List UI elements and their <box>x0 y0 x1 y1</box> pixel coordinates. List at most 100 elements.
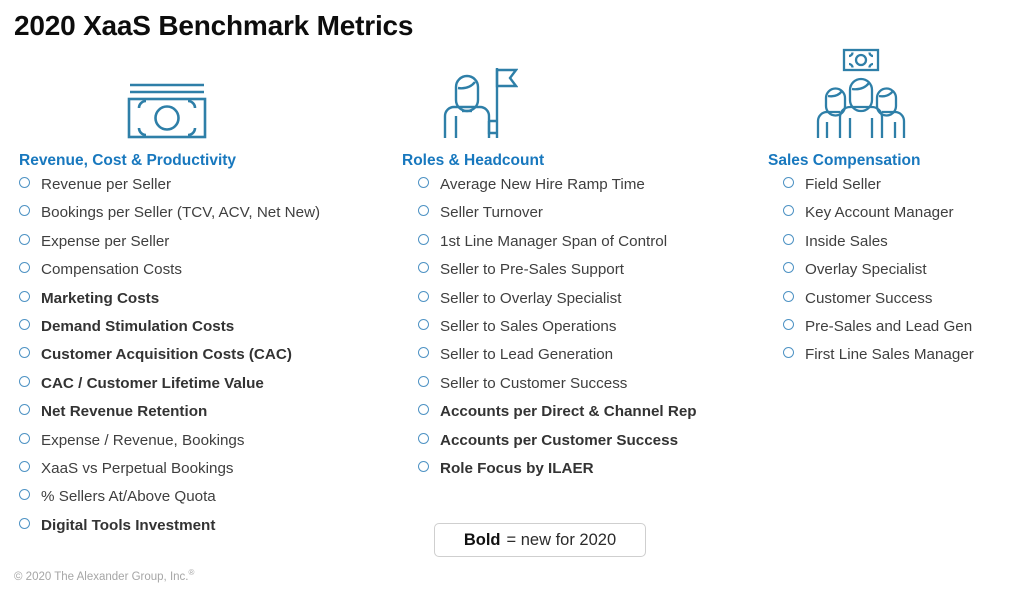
bullet-circle-icon <box>19 318 30 330</box>
bullet-circle-icon <box>19 460 30 472</box>
metric-label: Average New Hire Ramp Time <box>440 176 645 193</box>
column-roles-headcount: Roles & Headcount Average New Hire Ramp … <box>400 52 766 489</box>
metric-item: Role Focus by ILAER <box>418 461 766 476</box>
metric-label: Customer Acquisition Costs (CAC) <box>41 346 292 364</box>
bullet-circle-icon <box>783 290 794 302</box>
metric-label: Seller to Sales Operations <box>440 317 617 335</box>
column-revenue-cost-productivity: Revenue, Cost & Productivity Revenue per… <box>14 52 400 546</box>
metric-item: Average New Hire Ramp Time <box>418 177 766 192</box>
legend-bold-key: Bold = new for 2020 <box>434 523 646 557</box>
bullet-circle-icon <box>19 432 30 444</box>
metric-item: % Sellers At/Above Quota <box>19 489 400 504</box>
bullet-circle-icon <box>19 404 30 416</box>
metric-item: Seller to Customer Success <box>418 376 766 391</box>
metric-item: Customer Acquisition Costs (CAC) <box>19 346 400 364</box>
banknote-icon <box>14 52 400 140</box>
metric-item: Seller to Sales Operations <box>418 319 766 334</box>
bullet-circle-icon <box>418 432 429 444</box>
metric-item: Expense / Revenue, Bookings <box>19 432 400 448</box>
page-title: 2020 XaaS Benchmark Metrics <box>14 10 414 41</box>
bullet-circle-icon <box>19 290 30 302</box>
bullet-circle-icon <box>418 375 429 387</box>
metric-label: Customer Success <box>805 289 933 307</box>
bullet-circle-icon <box>418 347 429 359</box>
metric-item: XaaS vs Perpetual Bookings <box>19 461 400 476</box>
bullet-circle-icon <box>19 233 30 245</box>
metric-item: Seller to Overlay Specialist <box>418 290 766 306</box>
bullet-circle-icon <box>418 290 429 302</box>
metric-item: Accounts per Direct & Channel Rep <box>418 404 766 419</box>
bullet-circle-icon <box>418 404 429 416</box>
metric-label: First Line Sales Manager <box>805 346 974 364</box>
bullet-circle-icon <box>783 233 794 245</box>
metric-label: Pre-Sales and Lead Gen <box>805 317 973 335</box>
bullet-circle-icon <box>783 318 794 330</box>
copyright-notice: © 2020 The Alexander Group, Inc.® <box>14 568 194 583</box>
metric-item: Marketing Costs <box>19 290 400 306</box>
bullet-circle-icon <box>783 262 794 274</box>
metric-item: CAC / Customer Lifetime Value <box>19 376 400 391</box>
bullet-circle-icon <box>19 517 30 529</box>
metric-label: Expense per Seller <box>41 232 170 250</box>
metric-item: Seller to Lead Generation <box>418 346 766 364</box>
metric-list-sales-compensation: Field Seller Key Account Manager Inside Sa… <box>783 177 1016 363</box>
metric-label: CAC / Customer Lifetime Value <box>41 374 264 392</box>
metric-label: 1st Line Manager Span of Control <box>440 232 668 250</box>
metric-label: Compensation Costs <box>41 261 182 279</box>
copyright-text: © 2020 The Alexander Group, Inc. <box>14 570 189 583</box>
team-with-money-icon <box>766 36 1016 140</box>
bullet-circle-icon <box>783 205 794 217</box>
column-heading-revenue-cost-productivity: Revenue, Cost & Productivity <box>19 152 237 169</box>
bullet-circle-icon <box>19 177 30 188</box>
metric-label: Accounts per Customer Success <box>440 431 679 449</box>
metric-item: Bookings per Seller (TCV, ACV, Net New) <box>19 204 400 222</box>
metric-item: Net Revenue Retention <box>19 404 400 419</box>
bullet-circle-icon <box>19 375 30 387</box>
metric-label: Seller to Pre-Sales Support <box>440 261 625 279</box>
metric-item: 1st Line Manager Span of Control <box>418 234 766 249</box>
metric-label: Demand Stimulation Costs <box>41 317 235 335</box>
legend-bold-description: = new for 2020 <box>506 530 617 549</box>
bullet-circle-icon <box>19 347 30 359</box>
metric-item: Accounts per Customer Success <box>418 431 766 449</box>
bullet-circle-icon <box>19 205 30 217</box>
metric-label: Seller Turnover <box>440 204 543 222</box>
metric-item: Seller to Pre-Sales Support <box>418 262 766 277</box>
metric-label: Revenue per Seller <box>41 176 172 193</box>
metric-label: Accounts per Direct & Channel Rep <box>440 403 697 421</box>
metric-item: Seller Turnover <box>418 204 766 222</box>
bullet-circle-icon <box>418 205 429 217</box>
metric-label: Seller to Lead Generation <box>440 346 614 364</box>
metric-list-roles-headcount: Average New Hire Ramp Time Seller Turnove… <box>418 177 766 476</box>
metric-label: % Sellers At/Above Quota <box>41 488 216 506</box>
metric-label: Digital Tools Investment <box>41 516 216 534</box>
bullet-circle-icon <box>418 262 429 274</box>
metric-label: Net Revenue Retention <box>41 403 208 421</box>
metric-label: XaaS vs Perpetual Bookings <box>41 459 234 477</box>
metric-item: Pre-Sales and Lead Gen <box>783 319 1016 334</box>
metric-item: Demand Stimulation Costs <box>19 319 400 334</box>
metric-item: Expense per Seller <box>19 234 400 249</box>
metric-item: First Line Sales Manager <box>783 346 1016 364</box>
bullet-circle-icon <box>783 177 794 188</box>
bullet-circle-icon <box>418 460 429 472</box>
metric-item: Field Seller <box>783 177 1016 192</box>
metric-item: Inside Sales <box>783 234 1016 249</box>
metric-label: Bookings per Seller (TCV, ACV, Net New) <box>41 204 321 222</box>
metric-label: Inside Sales <box>805 232 888 250</box>
metric-label: Key Account Manager <box>805 204 954 222</box>
registered-mark: ® <box>188 568 195 577</box>
metric-label: Role Focus by ILAER <box>440 459 594 477</box>
metric-item: Compensation Costs <box>19 262 400 277</box>
metric-item: Revenue per Seller <box>19 177 400 192</box>
column-heading-sales-compensation: Sales Compensation <box>768 152 921 169</box>
bullet-circle-icon <box>418 233 429 245</box>
bullet-circle-icon <box>783 347 794 359</box>
bullet-circle-icon <box>418 177 429 188</box>
bullet-circle-icon <box>19 489 30 501</box>
metric-item: Overlay Specialist <box>783 262 1016 277</box>
metric-label: Overlay Specialist <box>805 261 927 279</box>
metric-item: Customer Success <box>783 289 1016 307</box>
bullet-circle-icon <box>19 262 30 274</box>
bullet-circle-icon <box>418 318 429 330</box>
